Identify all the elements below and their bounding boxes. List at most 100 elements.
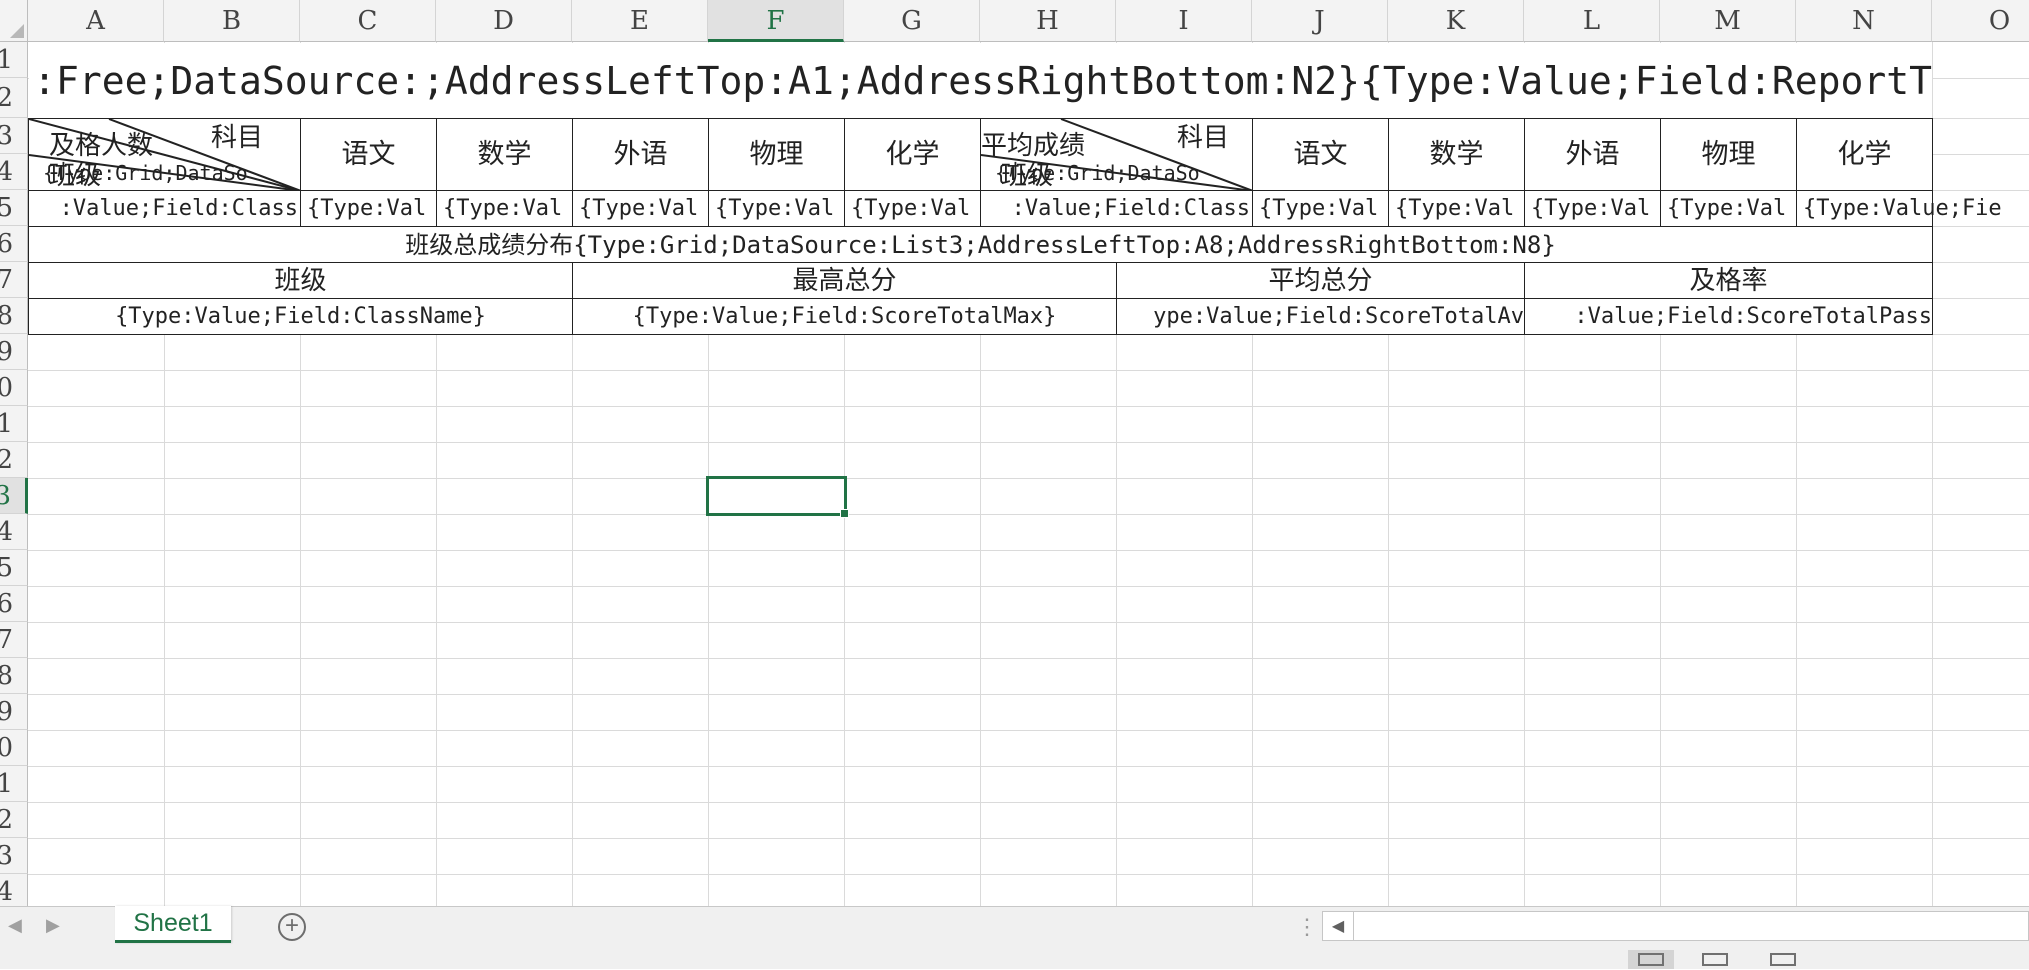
diag-subject-label: 科目 <box>1177 123 1230 153</box>
left-header-foreign-language[interactable]: 外语 <box>572 118 709 191</box>
right-value-cell[interactable]: {Type:Value;Fie <box>1796 190 2002 227</box>
left-diagonal-header-cell[interactable]: 科目 及格人数 班级 {Type:Grid;DataSo <box>28 118 301 191</box>
gridline <box>28 514 2029 515</box>
gridline <box>28 766 2029 767</box>
sheet-tab-bar: ◀ ▶ Sheet1 + ⋮ ◀ <box>0 906 2029 947</box>
left-value-cell[interactable]: {Type:Val <box>844 190 981 227</box>
fill-handle[interactable] <box>840 509 849 518</box>
page-layout-view-icon[interactable] <box>1692 950 1738 969</box>
right-header-physics[interactable]: 物理 <box>1660 118 1797 191</box>
column-header-c[interactable]: C <box>300 0 436 42</box>
add-sheet-plus-icon[interactable]: + <box>278 913 306 941</box>
left-value-cell[interactable]: {Type:Val <box>300 190 437 227</box>
right-header-foreign-language[interactable]: 外语 <box>1524 118 1661 191</box>
row-header-10[interactable]: 10 <box>0 370 28 406</box>
column-header-j[interactable]: J <box>1252 0 1388 42</box>
column-header-f[interactable]: F <box>708 0 844 42</box>
prev-sheet-arrow-icon[interactable]: ◀ <box>8 915 22 936</box>
right-header-math[interactable]: 数学 <box>1388 118 1525 191</box>
row-header-24[interactable]: 24 <box>0 874 28 909</box>
summary-header-pass-rate[interactable]: 及格率 <box>1524 262 1933 299</box>
column-header-m[interactable]: M <box>1660 0 1796 42</box>
spreadsheet-grid[interactable]: A B C D E F G H I J K L M N O 1 2 3 4 5 … <box>0 0 2029 909</box>
right-header-chinese[interactable]: 语文 <box>1252 118 1389 191</box>
page-break-preview-icon[interactable] <box>1760 950 1806 969</box>
diag-pass-count-label: 及格人数 <box>49 131 154 161</box>
left-header-physics[interactable]: 物理 <box>708 118 845 191</box>
row-header-8[interactable]: 8 <box>0 298 28 334</box>
column-header-d[interactable]: D <box>436 0 572 42</box>
row-header-13[interactable]: 13 <box>0 478 28 514</box>
row-header-15[interactable]: 15 <box>0 550 28 586</box>
left-value-cell[interactable]: {Type:Val <box>436 190 573 227</box>
row-header-23[interactable]: 23 <box>0 838 28 874</box>
column-header-n[interactable]: N <box>1796 0 1932 42</box>
summary-value-max-total[interactable]: {Type:Value;Field:ScoreTotalMax} <box>572 298 1117 335</box>
row-header-11[interactable]: 11 <box>0 406 28 442</box>
right-diagonal-header-cell[interactable]: 科目 平均成绩 班级 {Type:Grid;DataSo <box>980 118 1253 191</box>
column-header-g[interactable]: G <box>844 0 980 42</box>
row-header-9[interactable]: 9 <box>0 334 28 370</box>
column-header-l[interactable]: L <box>1524 0 1660 42</box>
row-header-16[interactable]: 16 <box>0 586 28 622</box>
right-value-cell[interactable]: {Type:Val <box>1252 190 1389 227</box>
row-header-14[interactable]: 14 <box>0 514 28 550</box>
row-header-3[interactable]: 3 <box>0 118 28 154</box>
scroll-left-arrow-icon[interactable]: ◀ <box>1323 912 1354 940</box>
row-header-19[interactable]: 19 <box>0 694 28 730</box>
report-title-cell[interactable]: :Free;DataSource:;AddressLeftTop:A1;Addr… <box>29 43 1932 118</box>
summary-value-class[interactable]: {Type:Value;Field:ClassName} <box>28 298 573 335</box>
row-header-17[interactable]: 17 <box>0 622 28 658</box>
gridline <box>28 442 2029 443</box>
summary-caption-cell[interactable]: 班级总成绩分布{Type:Grid;DataSource:List3;Addre… <box>28 226 1933 263</box>
column-header-b[interactable]: B <box>164 0 300 42</box>
select-all-corner[interactable] <box>0 0 28 42</box>
diag-grid-tag: {Type:Grid;DataSo <box>995 161 1200 185</box>
normal-view-icon[interactable] <box>1628 950 1674 969</box>
summary-header-class[interactable]: 班级 <box>28 262 573 299</box>
tab-splitter-handle-icon[interactable]: ⋮ <box>1296 915 1318 940</box>
left-header-chemistry[interactable]: 化学 <box>844 118 981 191</box>
summary-value-pass-rate[interactable]: :Value;Field:ScoreTotalPass <box>1524 298 1933 335</box>
column-header-h[interactable]: H <box>980 0 1116 42</box>
left-header-chinese[interactable]: 语文 <box>300 118 437 191</box>
right-class-field-cell[interactable]: :Value;Field:Class <box>980 190 1253 227</box>
active-cell-selection[interactable] <box>706 476 849 518</box>
row-header-21[interactable]: 21 <box>0 766 28 802</box>
column-header-o[interactable]: O <box>1932 0 2029 42</box>
row-header-1[interactable]: 1 <box>0 42 28 78</box>
summary-value-avg-total[interactable]: ype:Value;Field:ScoreTotalAv <box>1116 298 1525 335</box>
gridline <box>28 694 2029 695</box>
right-header-chemistry[interactable]: 化学 <box>1796 118 1933 191</box>
horizontal-scrollbar[interactable]: ◀ <box>1322 911 2029 941</box>
left-header-math[interactable]: 数学 <box>436 118 573 191</box>
left-value-cell[interactable]: {Type:Val <box>708 190 845 227</box>
sheet-tab-sheet1[interactable]: Sheet1 <box>115 906 231 943</box>
right-value-cell[interactable]: {Type:Val <box>1660 190 1797 227</box>
row-header-6[interactable]: 6 <box>0 226 28 262</box>
row-header-2[interactable]: 2 <box>0 78 28 118</box>
row-header-22[interactable]: 22 <box>0 802 28 838</box>
next-sheet-arrow-icon[interactable]: ▶ <box>46 915 60 936</box>
column-header-a[interactable]: A <box>28 0 164 42</box>
row-header-7[interactable]: 7 <box>0 262 28 298</box>
row-header-4[interactable]: 4 <box>0 154 28 190</box>
column-header-k[interactable]: K <box>1388 0 1524 42</box>
diag-subject-label: 科目 <box>211 123 264 153</box>
gridline <box>28 406 2029 407</box>
summary-header-avg-total[interactable]: 平均总分 <box>1116 262 1525 299</box>
left-value-cell[interactable]: {Type:Val <box>572 190 709 227</box>
gridline <box>28 730 2029 731</box>
row-header-20[interactable]: 20 <box>0 730 28 766</box>
row-header-12[interactable]: 12 <box>0 442 28 478</box>
summary-header-max-total[interactable]: 最高总分 <box>572 262 1117 299</box>
right-value-cell[interactable]: {Type:Val <box>1524 190 1661 227</box>
row-header-18[interactable]: 18 <box>0 658 28 694</box>
diag-grid-tag: {Type:Grid;DataSo <box>43 161 248 185</box>
left-class-field-cell[interactable]: :Value;Field:Class <box>28 190 301 227</box>
row-header-5[interactable]: 5 <box>0 190 28 226</box>
column-header-i[interactable]: I <box>1116 0 1252 42</box>
column-header-e[interactable]: E <box>572 0 708 42</box>
right-value-cell[interactable]: {Type:Val <box>1388 190 1525 227</box>
gridline <box>28 478 2029 479</box>
